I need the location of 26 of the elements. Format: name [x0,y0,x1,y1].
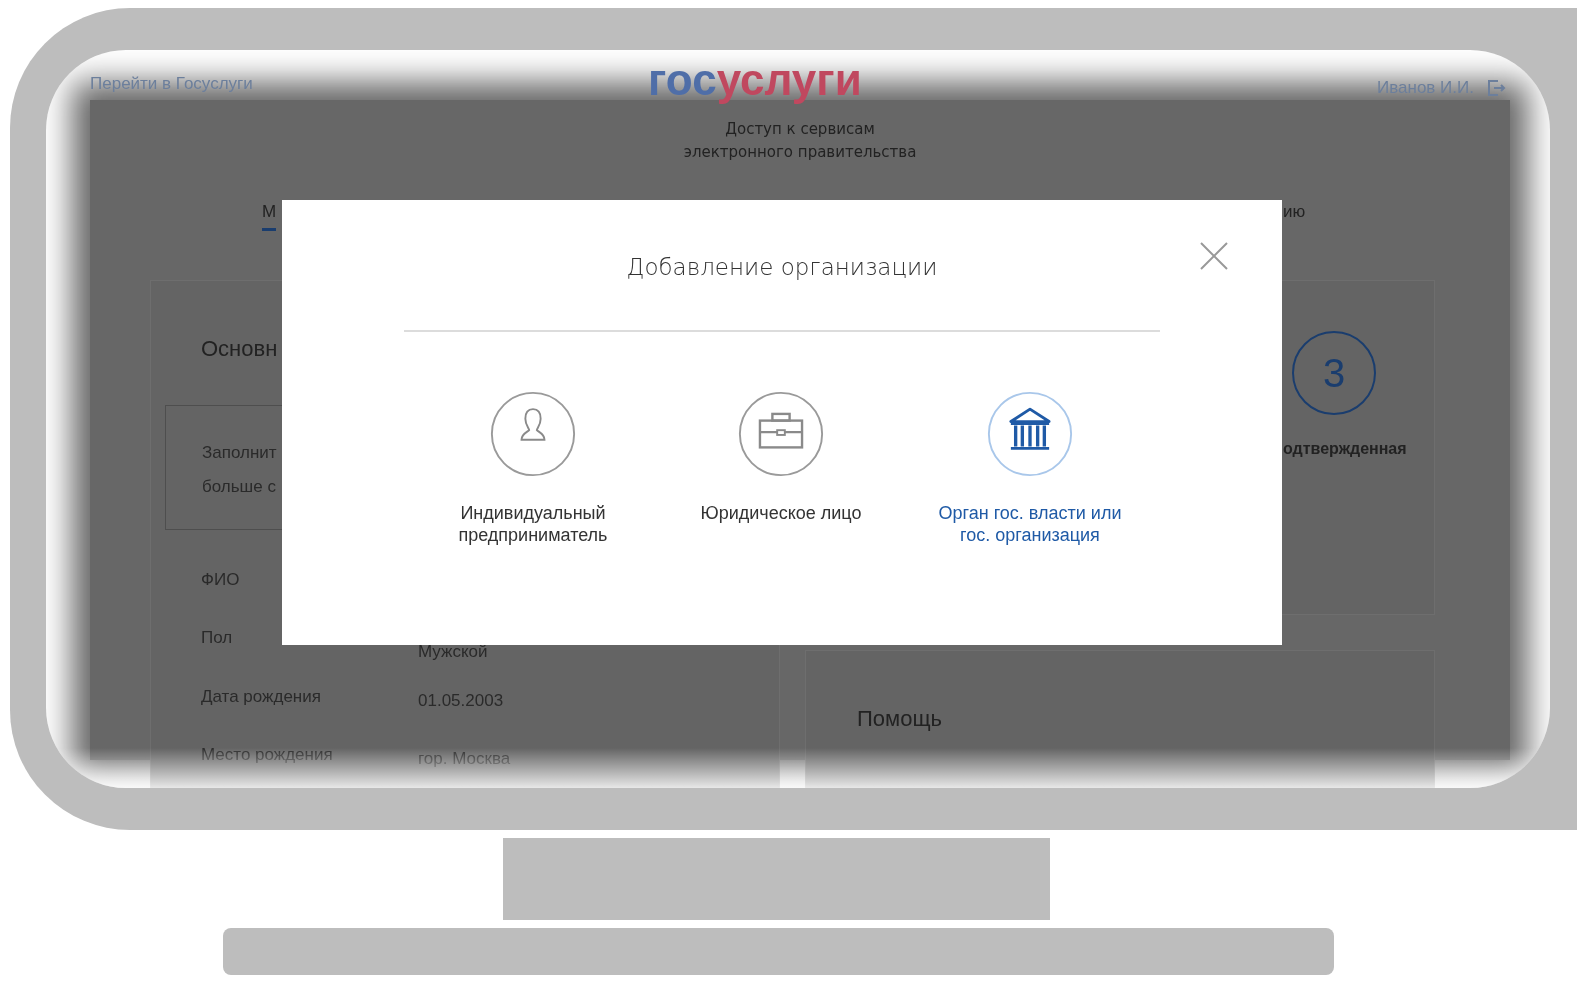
organization-type-option[interactable]: Орган гос. власти или гос. организация [920,390,1140,546]
field-value: 01.05.2003 [418,691,504,711]
card-title: Основн [201,336,278,362]
briefcase-icon [737,390,825,478]
close-icon [1198,240,1230,272]
field-label: ФИО [201,570,240,590]
dialog-title: Добавление организации [625,254,939,280]
card-title: Помощь [857,706,942,732]
field-value: Мужской [418,642,488,662]
field-label: Пол [201,628,233,648]
user-name[interactable]: Иванов И.И. [1377,78,1474,98]
tab[interactable]: М [262,202,277,231]
tab[interactable]: ию [1283,202,1306,228]
account-level: одтвержденная [1283,440,1407,458]
person-icon [489,390,577,478]
field-label: Дата рождения [201,687,321,707]
logout-icon[interactable] [1486,78,1506,98]
organization-type-option[interactable]: Индивидуальный предприниматель [423,390,643,546]
back-link[interactable]: Перейти в Госуслуги [90,74,253,94]
notice-text: Заполнит [202,443,277,463]
close-button[interactable] [1198,240,1230,272]
level-number: 3 [1292,331,1376,415]
building-icon [986,390,1074,478]
notice-text: больше с [202,477,276,497]
organization-type-option[interactable]: Юридическое лицо [671,390,891,546]
site-subtitle: Доступ к сервисам электронного правительства [682,119,918,163]
